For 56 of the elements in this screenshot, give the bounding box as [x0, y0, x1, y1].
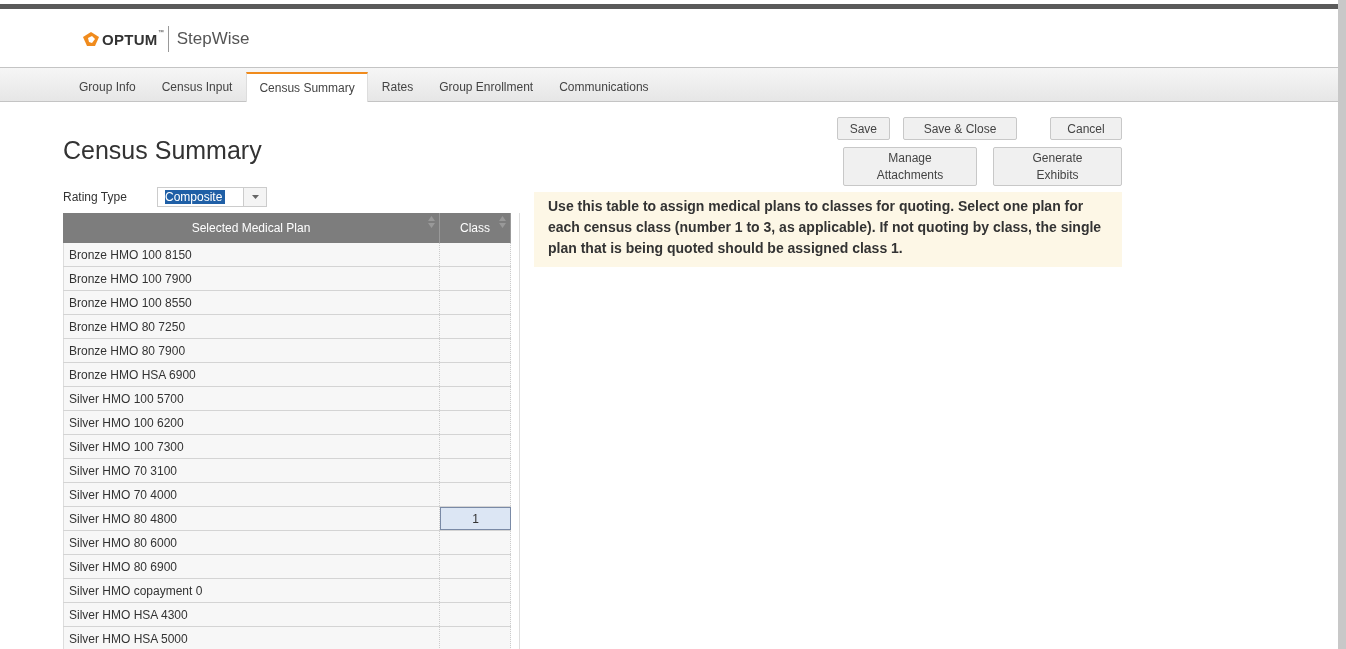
table-cell: Bronze HMO 80 7900	[63, 339, 440, 362]
instructions-notice: Use this table to assign medical plans to classes for quoting. Select one plan for each census class (number 1 to 3, as applicable). If not quoting by class, the single plan that is being quoted should be assigned class 1.	[534, 192, 1122, 267]
rating-type-label: Rating Type	[63, 190, 128, 204]
nav-tab[interactable]: Census Summary	[246, 72, 368, 102]
action-button[interactable]: Generate Exhibits	[993, 147, 1122, 186]
table-row[interactable]: Silver HMO HSA 5000	[63, 627, 511, 649]
table-row[interactable]: Silver HMO 100 6200	[63, 411, 511, 435]
sort-icon	[499, 216, 506, 228]
table-row[interactable]: Silver HMO 100 5700	[63, 387, 511, 411]
logo-icon	[82, 31, 100, 47]
action-button[interactable]: Cancel	[1050, 117, 1122, 140]
table-cell: Silver HMO 70 3100	[63, 459, 440, 482]
table-cell: Silver HMO HSA 4300	[63, 603, 440, 626]
table-cell: Silver HMO 80 6900	[63, 555, 440, 578]
table-cell: Bronze HMO 100 8150	[63, 243, 440, 266]
sort-icon	[428, 216, 435, 228]
table-row[interactable]: Silver HMO 80 6000	[63, 531, 511, 555]
table-row[interactable]: Silver HMO 70 4000	[63, 483, 511, 507]
table-row[interactable]: Silver HMO 100 7300	[63, 435, 511, 459]
nav-tab[interactable]: Rates	[369, 73, 426, 101]
table-row[interactable]: Silver HMO HSA 4300	[63, 603, 511, 627]
table-cell: Silver HMO 70 4000	[63, 483, 440, 506]
page-title: Census Summary	[63, 136, 263, 165]
table-row[interactable]: Silver HMO 80 6900	[63, 555, 511, 579]
table-row[interactable]: Bronze HMO 100 7900	[63, 267, 511, 291]
table-cell: Silver HMO 80 6000	[63, 531, 440, 554]
table-cell: Silver HMO 100 7300	[63, 435, 440, 458]
action-button[interactable]: Save	[836, 117, 890, 140]
logo-text: OPTUM	[102, 30, 158, 48]
table-row[interactable]: Bronze HMO 100 8550	[63, 291, 511, 315]
table-cell: Silver HMO HSA 5000	[63, 627, 440, 649]
nav-tab[interactable]: Communications	[547, 73, 661, 101]
table-row[interactable]: Bronze HMO 100 8150	[63, 243, 511, 267]
nav-tab[interactable]: Census Input	[149, 73, 245, 101]
table-row[interactable]: Silver HMO copayment 0	[63, 579, 511, 603]
table-row[interactable]: Bronze HMO 80 7250	[63, 315, 511, 339]
table-row[interactable]: Silver HMO 70 3100	[63, 459, 511, 483]
table-cell[interactable]: 1	[440, 507, 511, 530]
rating-type-dropdown[interactable]: Composite	[157, 187, 267, 207]
caret-icon	[251, 195, 259, 199]
action-button[interactable]: Manage Attachments	[843, 147, 977, 186]
table-row[interactable]: Bronze HMO 80 7900	[63, 339, 511, 363]
scrollbar[interactable]	[1338, 0, 1346, 649]
table-cell: Bronze HMO 80 7250	[63, 315, 440, 338]
nav-tab[interactable]: Group Info	[67, 73, 148, 101]
app-name: StepWise	[176, 29, 250, 49]
nav-tab[interactable]: Group Enrollment	[427, 73, 546, 101]
table-cell: Silver HMO 100 5700	[63, 387, 440, 410]
table-cell: Bronze HMO HSA 6900	[63, 363, 440, 386]
table-row[interactable]: Bronze HMO HSA 6900	[63, 363, 511, 387]
action-button[interactable]: Save & Close	[903, 117, 1017, 140]
table-cell: Bronze HMO 100 8550	[63, 291, 440, 314]
table-cell: Silver HMO copayment 0	[63, 579, 440, 602]
table-cell: Silver HMO 100 6200	[63, 411, 440, 434]
table-row[interactable]: Silver HMO 80 4800 1	[63, 507, 511, 531]
table-cell: Bronze HMO 100 7900	[63, 267, 440, 290]
